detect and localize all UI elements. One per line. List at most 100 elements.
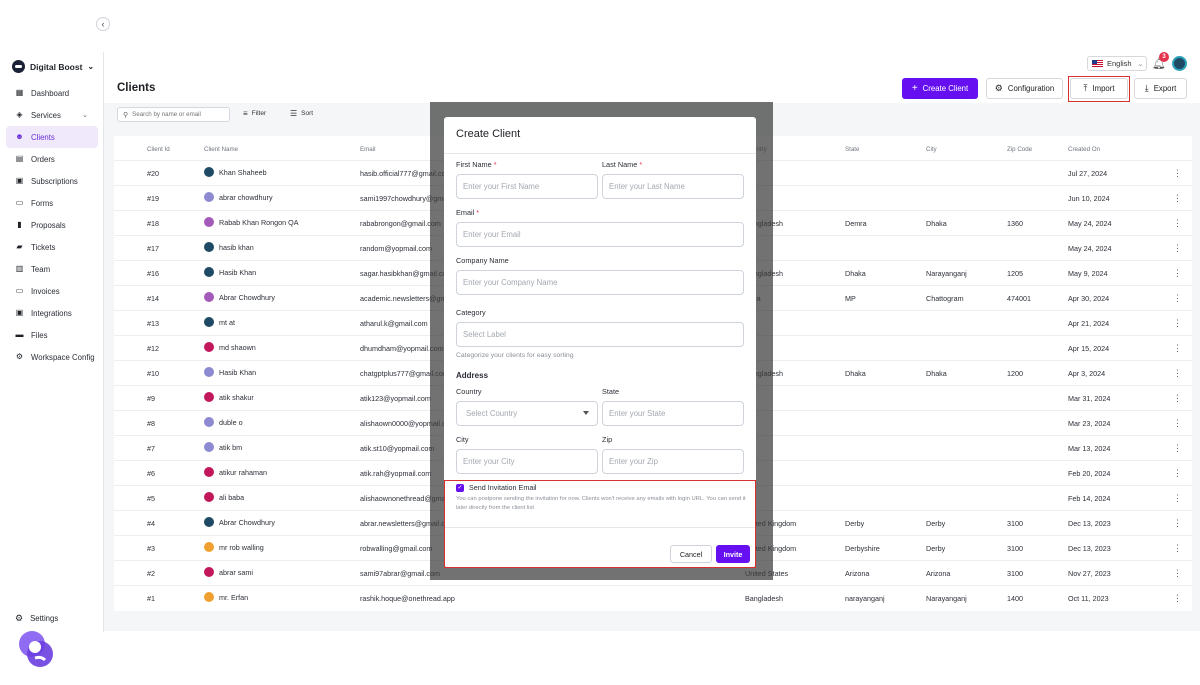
country-select[interactable] [456,401,598,426]
row-menu-icon[interactable]: ⋮ [1173,343,1182,354]
column-header[interactable]: City [926,146,937,153]
create-client-button[interactable]: + Create Client [902,78,978,99]
last-name-input[interactable] [609,182,743,191]
last-name-label: Last Name * [602,160,643,169]
category-select[interactable] [456,322,744,347]
row-menu-icon[interactable]: ⋮ [1173,168,1182,179]
client-name[interactable]: atikur rahaman [219,468,267,477]
state-field[interactable] [602,401,744,426]
client-name[interactable]: mr rob walling [219,543,264,552]
row-menu-icon[interactable]: ⋮ [1173,293,1182,304]
language-selector[interactable]: English ⌄ [1087,56,1147,71]
cell-name: atik shakur [204,392,254,402]
client-name[interactable]: abrar sami [219,568,253,577]
sidebar-item-dashboard[interactable]: ▦ Dashboard [6,82,98,104]
client-name[interactable]: md shaown [219,343,256,352]
cell-id: #13 [147,319,159,328]
last-name-field[interactable] [602,174,744,199]
sidebar-item-forms[interactable]: ▭ Forms [6,192,98,214]
user-avatar[interactable] [1172,56,1187,71]
row-menu-icon[interactable]: ⋮ [1173,468,1182,479]
client-name[interactable]: duble o [219,418,243,427]
table-row[interactable]: #1 mr. Erfan rashik.hoque@onethread.app Ban… [114,585,1192,610]
client-name[interactable]: mt at [219,318,235,327]
client-name[interactable]: Rabab Khan Rongon QA [219,218,299,227]
collapse-sidebar-button[interactable]: ‹ [96,17,110,31]
column-header[interactable]: Created On [1068,146,1100,153]
sidebar-item-workspace-config[interactable]: ⚙ Workspace Config [6,346,98,368]
sidebar-item-proposals[interactable]: ▮ Proposals [6,214,98,236]
avatar [204,242,214,252]
country-input[interactable] [463,409,597,418]
sidebar-item-invoices[interactable]: ▭ Invoices [6,280,98,302]
caret-down-icon [583,411,589,415]
client-name[interactable]: hasib khan [219,243,254,252]
configuration-button[interactable]: ⚙ Configuration [986,78,1063,99]
column-header[interactable]: Email [360,146,375,153]
email-input[interactable] [463,230,743,239]
city-input[interactable] [463,457,597,466]
cell-zip: 1205 [1007,269,1023,278]
chevron-down-icon[interactable]: ⌄ [82,111,88,119]
client-name[interactable]: Hasib Khan [219,368,256,377]
sidebar-item-team[interactable]: ▥ Team [6,258,98,280]
column-header[interactable]: Client Name [204,146,238,153]
zip-input[interactable] [609,457,743,466]
row-menu-icon[interactable]: ⋮ [1173,318,1182,329]
state-input[interactable] [609,409,743,418]
create-client-label: Create Client [922,84,969,93]
client-name[interactable]: mr. Erfan [219,593,248,602]
cell-id: #10 [147,369,159,378]
row-menu-icon[interactable]: ⋮ [1173,593,1182,604]
export-button[interactable]: ⤓ Export [1134,78,1187,99]
cell-name: mt at [204,317,235,327]
row-menu-icon[interactable]: ⋮ [1173,493,1182,504]
filter-button[interactable]: ≡ Filter [243,109,266,118]
modal-title: Create Client [456,128,521,140]
search-input[interactable] [132,111,221,118]
company-field[interactable] [456,270,744,295]
sidebar-item-orders[interactable]: ▤ Orders [6,148,98,170]
client-name[interactable]: Hasib Khan [219,268,256,277]
client-name[interactable]: Khan Shaheeb [219,168,267,177]
column-header[interactable]: Client Id [147,146,170,153]
zip-field[interactable] [602,449,744,474]
sidebar-item-subscriptions[interactable]: ▣ Subscriptions [6,170,98,192]
cell-email: atik.rah@yopmail.com [360,469,432,478]
column-header[interactable]: State [845,146,859,153]
row-menu-icon[interactable]: ⋮ [1173,518,1182,529]
row-menu-icon[interactable]: ⋮ [1173,418,1182,429]
client-name[interactable]: ali baba [219,493,244,502]
city-field[interactable] [456,449,598,474]
email-field[interactable] [456,222,744,247]
sidebar-item-tickets[interactable]: ▰ Tickets [6,236,98,258]
sidebar-item-clients[interactable]: ☻ Clients [6,126,98,148]
row-menu-icon[interactable]: ⋮ [1173,443,1182,454]
client-name[interactable]: abrar chowdhury [219,193,273,202]
workspace-switcher[interactable]: Digital Boost ⌄ [12,60,94,73]
row-menu-icon[interactable]: ⋮ [1173,368,1182,379]
first-name-input[interactable] [463,182,597,191]
row-menu-icon[interactable]: ⋮ [1173,393,1182,404]
sidebar-item-services[interactable]: ◈ Services ⌄ [6,104,98,126]
row-menu-icon[interactable]: ⋮ [1173,193,1182,204]
company-input[interactable] [463,278,743,287]
client-name[interactable]: Abrar Chowdhury [219,293,275,302]
sort-button[interactable]: ☰ Sort [290,109,313,118]
sidebar-item-integrations[interactable]: ▣ Integrations [6,302,98,324]
category-input[interactable] [463,330,743,339]
client-name[interactable]: atik shakur [219,393,254,402]
row-menu-icon[interactable]: ⋮ [1173,218,1182,229]
row-menu-icon[interactable]: ⋮ [1173,543,1182,554]
sidebar-item-settings[interactable]: ⚙ Settings [15,613,58,624]
row-menu-icon[interactable]: ⋮ [1173,268,1182,279]
row-menu-icon[interactable]: ⋮ [1173,568,1182,579]
row-menu-icon[interactable]: ⋮ [1173,243,1182,254]
first-name-field[interactable] [456,174,598,199]
client-name[interactable]: Abrar Chowdhury [219,518,275,527]
search-box[interactable]: ⚲ [117,107,230,122]
sidebar-item-files[interactable]: ▬ Files [6,324,98,346]
avatar [204,167,214,177]
client-name[interactable]: atik bm [219,443,242,452]
column-header[interactable]: Zip Code [1007,146,1032,153]
